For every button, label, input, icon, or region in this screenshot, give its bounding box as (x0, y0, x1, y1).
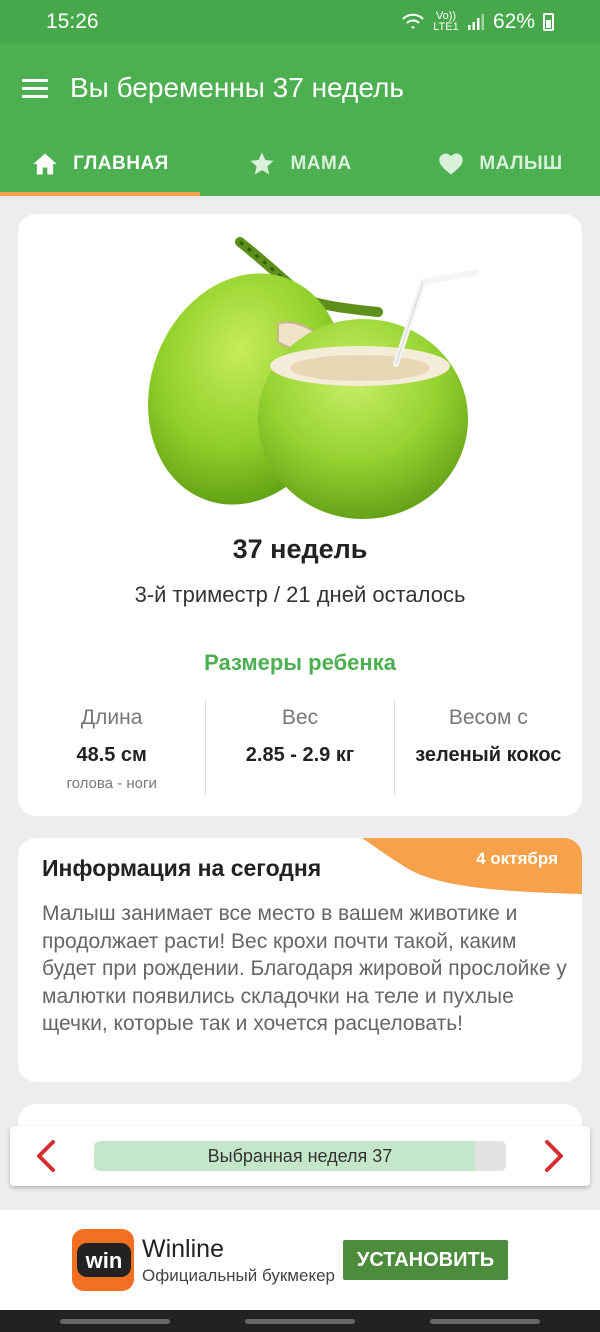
metric-value: зеленый кокос (415, 744, 562, 766)
coconut-image (148, 237, 478, 519)
winline-logo[interactable]: win (72, 1229, 134, 1291)
metric-weight: Вес 2.85 - 2.9 кг (205, 700, 393, 794)
network-type: Vo)) LTE1 (433, 10, 459, 33)
home-icon (33, 153, 57, 175)
nav-home[interactable] (245, 1318, 355, 1324)
daily-info-card[interactable]: 4 октября Информация на сегодня Малыш за… (18, 838, 582, 1082)
tab-label: МАМА (290, 153, 352, 174)
status-time: 15:26 (46, 10, 99, 33)
ad-banner[interactable]: win Winline Официальный букмекер УСТАНОВ… (0, 1210, 600, 1310)
battery-icon (543, 13, 554, 31)
trimester-info: 3-й триместр / 21 дней осталось (134, 582, 466, 607)
date-badge: 4 октября (362, 838, 582, 894)
next-week-button[interactable] (518, 1126, 590, 1186)
tab-baby[interactable]: МАЛЫШ (400, 132, 600, 196)
status-bar: 15:26 Vo)) LTE1 62% (0, 0, 600, 44)
tab-mom[interactable]: МАМА (200, 132, 400, 196)
star-icon (250, 152, 275, 175)
week-progress-bar[interactable]: Выбранная неделя 37 (94, 1141, 506, 1171)
signal-icon (467, 14, 484, 30)
baby-sizes-title: Размеры ребенка (204, 650, 396, 675)
nav-recents[interactable] (60, 1318, 170, 1324)
previous-week-button[interactable] (10, 1126, 82, 1186)
svg-text:win: win (85, 1248, 123, 1273)
metric-label: Длина (80, 706, 143, 729)
info-date: 4 октября (476, 849, 558, 868)
tab-label: МАЛЫШ (479, 153, 563, 174)
ad-text: Winline Официальный букмекер (142, 1235, 335, 1286)
install-button[interactable]: УСТАНОВИТЬ (342, 1240, 508, 1280)
metric-value: 2.85 - 2.9 кг (245, 744, 355, 766)
info-text: Малыш занимает все место в вашем животик… (42, 902, 567, 1035)
ad-description: Официальный букмекер (142, 1265, 335, 1285)
heart-icon (439, 153, 464, 175)
nav-back[interactable] (430, 1318, 540, 1324)
app-bar: Вы беременны 37 недель (0, 44, 600, 132)
system-nav-bar (0, 1310, 600, 1332)
menu-icon[interactable] (0, 44, 70, 132)
chevron-right-icon (545, 1140, 563, 1172)
week-selector: Выбранная неделя 37 (10, 1126, 590, 1186)
selected-week-label: Выбранная неделя 37 (207, 1145, 393, 1166)
metric-sub: голова - ноги (66, 775, 157, 792)
metric-label: Вес (281, 706, 319, 729)
battery-level: 62% (492, 10, 535, 33)
metric-length: Длина 48.5 см голова - ноги (18, 700, 205, 794)
page-title: Вы беременны 37 недель (70, 72, 404, 103)
ad-name: Winline (142, 1234, 224, 1263)
status-icons: Vo)) LTE1 62% (401, 10, 554, 34)
tab-bar: ГЛАВНАЯ МАМА МАЛЫШ (0, 132, 600, 196)
chevron-left-icon (37, 1140, 55, 1172)
metric-label: Весом с (448, 706, 528, 729)
week-card: 37 недель 3-й триместр / 21 дней осталос… (18, 214, 582, 816)
week-number: 37 недель (232, 534, 368, 564)
info-title: Информация на сегодня (42, 855, 322, 881)
wifi-icon (402, 13, 424, 29)
tab-label: ГЛАВНАЯ (73, 153, 169, 174)
size-metrics: Длина 48.5 см голова - ноги Вес 2.85 - 2… (18, 700, 582, 794)
metric-comparison: Весом с зеленый кокос (393, 700, 582, 794)
metric-value: 48.5 см (76, 744, 147, 766)
tab-main[interactable]: ГЛАВНАЯ (0, 132, 200, 196)
